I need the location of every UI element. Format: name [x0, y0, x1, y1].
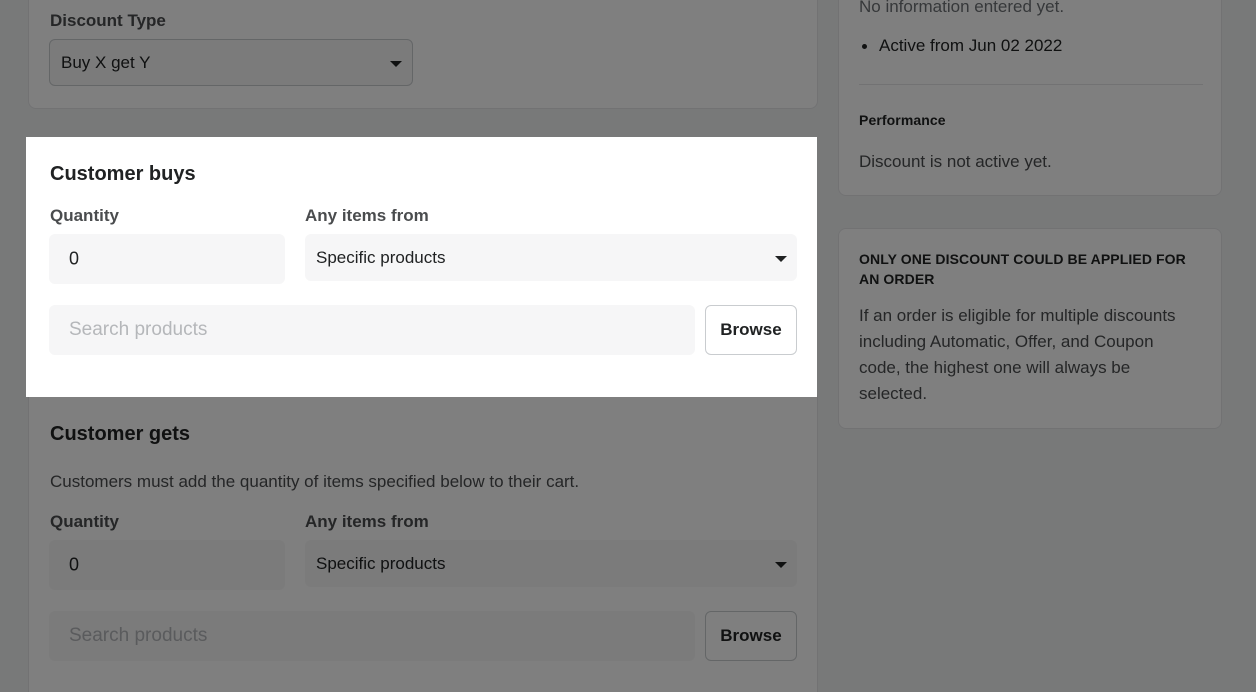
- buys-items-select[interactable]: Specific products: [305, 234, 797, 281]
- summary-no-info: No information entered yet.: [859, 0, 1065, 16]
- gets-search-input[interactable]: Search products: [49, 611, 695, 661]
- discount-type-value: Buy X get Y: [61, 52, 151, 72]
- chevron-down-icon: [390, 60, 402, 67]
- gets-items-select[interactable]: Specific products: [305, 540, 797, 587]
- buys-search-placeholder: Search products: [69, 319, 208, 340]
- buys-search-input[interactable]: Search products: [49, 305, 695, 355]
- discount-type-label: Discount Type: [50, 11, 166, 30]
- chevron-down-icon: [775, 561, 787, 568]
- performance-text: Discount is not active yet.: [859, 152, 1052, 171]
- gets-items-label: Any items from: [305, 512, 429, 531]
- gets-items-value: Specific products: [316, 553, 446, 573]
- notice-text: If an order is eligible for multiple dis…: [859, 306, 1176, 403]
- chevron-down-icon: [775, 255, 787, 262]
- performance-title: Performance: [859, 112, 946, 128]
- buys-quantity-value: 0: [69, 248, 80, 269]
- customer-gets-heading: Customer gets: [50, 423, 191, 445]
- summary-active-from: Active from Jun 02 2022: [879, 36, 1063, 55]
- customer-buys-heading: Customer buys: [50, 163, 196, 185]
- notice-title: ONLY ONE DISCOUNT COULD BE APPLIED FOR A…: [859, 251, 1186, 287]
- customer-gets-description: Customers must add the quantity of items…: [50, 472, 580, 491]
- summary-divider: [859, 84, 1203, 85]
- gets-quantity-label: Quantity: [50, 512, 119, 531]
- gets-quantity-value: 0: [69, 554, 80, 575]
- buys-quantity-label: Quantity: [50, 206, 119, 225]
- buys-items-label: Any items from: [305, 206, 429, 225]
- discount-type-select[interactable]: Buy X get Y: [49, 39, 413, 86]
- bullet-icon: [862, 44, 867, 49]
- gets-quantity-input[interactable]: 0: [49, 540, 285, 590]
- buys-browse-button[interactable]: Browse: [705, 305, 797, 355]
- gets-browse-button[interactable]: Browse: [705, 611, 797, 661]
- buys-quantity-input[interactable]: 0: [49, 234, 285, 284]
- buys-items-value: Specific products: [316, 247, 446, 267]
- customer-buys-card: Customer buys Quantity Any items from 0 …: [26, 137, 817, 397]
- gets-search-placeholder: Search products: [69, 625, 208, 646]
